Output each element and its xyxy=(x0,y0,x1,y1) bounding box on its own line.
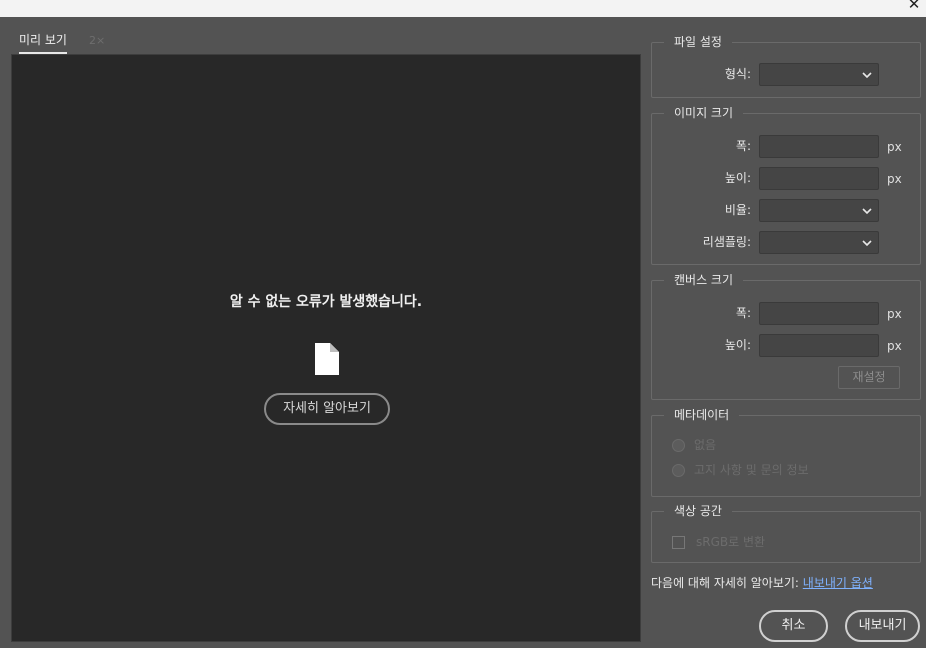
footer-note: 다음에 대해 자세히 알아보기: 내보내기 옵션 xyxy=(651,574,873,591)
reset-button[interactable]: 재설정 xyxy=(838,366,900,389)
tab-2x[interactable]: 2× xyxy=(89,32,105,55)
chevron-down-icon xyxy=(862,240,872,247)
canvas-height-row: 높이: px xyxy=(652,334,922,358)
image-width-input[interactable] xyxy=(759,135,879,158)
convert-srgb-option[interactable]: sRGB로 변환 xyxy=(672,533,765,553)
cancel-button[interactable]: 취소 xyxy=(759,610,828,642)
export-options-link[interactable]: 내보내기 옵션 xyxy=(803,576,873,590)
color-space-group: 색상 공간 sRGB로 변환 xyxy=(651,503,921,563)
image-height-label: 높이: xyxy=(724,171,751,185)
canvas-size-title: 캔버스 크기 xyxy=(664,272,744,288)
metadata-option-none-label: 없음 xyxy=(694,438,717,452)
preview-area: 알 수 없는 오류가 발생했습니다. 자세히 알아보기 xyxy=(11,54,641,642)
image-height-input[interactable] xyxy=(759,167,879,190)
convert-srgb-checkbox[interactable] xyxy=(672,536,685,549)
canvas-width-unit: px xyxy=(887,307,902,321)
metadata-title: 메타데이터 xyxy=(664,407,740,423)
file-settings-group: 파일 설정 형식: xyxy=(651,34,922,98)
export-button[interactable]: 내보내기 xyxy=(845,610,920,642)
resample-row: 리샘플링: xyxy=(652,231,922,255)
window-titlebar: ✕ xyxy=(0,0,926,17)
resample-label: 리샘플링: xyxy=(702,235,751,249)
canvas-height-input[interactable] xyxy=(759,334,879,357)
metadata-group: 메타데이터 없음 고지 사항 및 문의 정보 xyxy=(651,407,921,497)
error-message: 알 수 없는 오류가 발생했습니다. xyxy=(229,294,423,310)
image-height-row: 높이: px xyxy=(652,167,922,191)
learn-more-button[interactable]: 자세히 알아보기 xyxy=(264,393,390,425)
canvas-width-input[interactable] xyxy=(759,302,879,325)
radio-button[interactable] xyxy=(672,464,685,477)
image-size-group: 이미지 크기 폭: px 높이: px 비율: 리샘플링: xyxy=(651,105,922,265)
image-width-row: 폭: px xyxy=(652,135,922,159)
format-row: 형식: xyxy=(652,63,922,87)
canvas-height-unit: px xyxy=(887,339,902,353)
color-space-title: 색상 공간 xyxy=(664,503,732,519)
tab-preview[interactable]: 미리 보기 xyxy=(19,31,67,54)
chevron-down-icon xyxy=(862,208,872,215)
canvas-size-group: 캔버스 크기 폭: px 높이: px 재설정 xyxy=(651,272,922,400)
image-width-unit: px xyxy=(887,140,902,154)
scale-row: 비율: xyxy=(652,199,922,223)
document-icon xyxy=(315,343,339,375)
radio-button[interactable] xyxy=(672,439,685,452)
close-icon[interactable]: ✕ xyxy=(906,0,922,12)
image-width-label: 폭: xyxy=(735,139,751,153)
metadata-option-none[interactable]: 없음 xyxy=(672,436,716,456)
format-select[interactable] xyxy=(759,63,879,86)
image-height-unit: px xyxy=(887,172,902,186)
convert-srgb-label: sRGB로 변환 xyxy=(696,535,766,549)
metadata-option-copyright-label: 고지 사항 및 문의 정보 xyxy=(694,463,809,477)
canvas-width-row: 폭: px xyxy=(652,302,922,326)
metadata-option-copyright[interactable]: 고지 사항 및 문의 정보 xyxy=(672,461,809,481)
chevron-down-icon xyxy=(862,72,872,79)
scale-label: 비율: xyxy=(724,203,751,217)
canvas-height-label: 높이: xyxy=(724,338,751,352)
footer-note-text: 다음에 대해 자세히 알아보기: xyxy=(651,576,803,590)
reset-row: 재설정 xyxy=(652,366,922,390)
canvas-width-label: 폭: xyxy=(735,306,751,320)
file-settings-title: 파일 설정 xyxy=(664,34,732,50)
preview-tabs: 미리 보기 2× xyxy=(19,31,127,55)
scale-select[interactable] xyxy=(759,199,879,222)
resample-select[interactable] xyxy=(759,231,879,254)
image-size-title: 이미지 크기 xyxy=(664,105,744,121)
format-label: 형식: xyxy=(724,67,751,81)
